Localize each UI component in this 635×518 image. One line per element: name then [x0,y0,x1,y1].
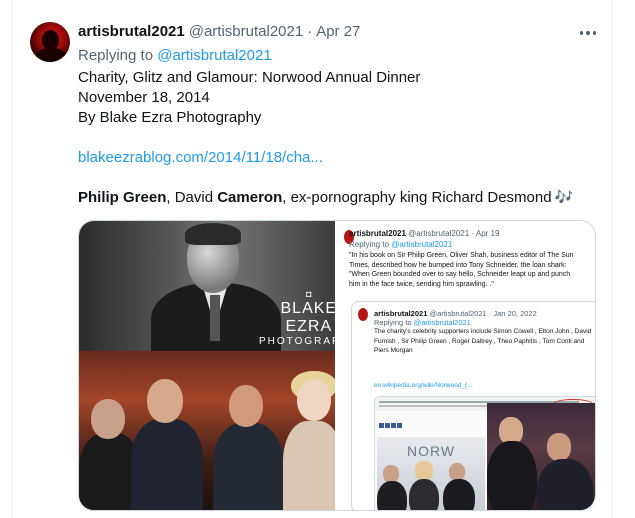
figure-body [409,479,439,510]
more-dot [586,31,590,35]
screenshot-text-line: Times, described how he bumped into Tony… [349,261,567,269]
people-text: , ex-pornography king Richard Desmond [282,189,552,206]
tweet-text: Charity, Glitz and Glamour: Norwood Annu… [78,68,598,168]
display-name[interactable]: artisbrutal2021 [78,23,185,40]
media-attachments: ◘ BLAKE EZRA PHOTOGRAPHY artisbrutal2021… [78,220,596,511]
share-icons [379,415,419,428]
separator-dot: · [307,23,313,40]
screenshot-text-line: "When Green bounded over to say hello, S… [349,271,571,278]
tweet-header: artisbrutal2021 @artisbrutal2021 · Apr 2… [78,23,360,43]
photo-portrait: ◘ BLAKE EZRA PHOTOGRAPHY [79,221,335,351]
quote-avatar [358,308,368,321]
screenshot-header: artisbrutal2021 @artisbrutal2021 · Apr 1… [349,229,499,238]
guest-head [147,379,183,423]
guest-figure [283,421,335,510]
quote-reply-link: @artisbrutal2021 [413,318,471,327]
quote-name: artisbrutal2021 [374,309,428,318]
photo-tie [210,295,220,341]
screenshot-text-line: "In his book on Sir Philip Green, Oliver… [349,252,574,259]
more-dot [592,31,597,35]
quote-card-photo-left: NORW [377,437,485,510]
photo-dinner [79,351,335,510]
replying-to-link[interactable]: @artisbrutal2021 [157,47,271,64]
avatar[interactable] [30,22,70,62]
name-cameron: Cameron [217,189,283,206]
quote-text-line: Furnish , Sir Philip Green , Roger Daltr… [374,337,585,345]
quote-media-card: NORW [374,396,595,510]
watermark-line2: PHOTOGRAPHY [259,336,335,347]
user-handle[interactable]: @artisbrutal2021 [189,23,303,40]
quote-reply-prefix: Replying to [374,318,412,327]
tweet-line: By Blake Ezra Photography [78,109,262,126]
share-icon [379,423,384,428]
screenshot-reply-prefix: Replying to [349,240,390,249]
quote-text-line: The charity's celebrity supporters inclu… [374,328,592,335]
quote-card-photo-right [487,403,595,510]
quote-text-line: Piers Morgan [374,347,413,354]
guest-figure [213,423,283,510]
quote-dot: · [488,309,492,318]
guest-head [229,385,263,427]
quote-link: en.wikipedia.org/wiki/Norwood_(... [374,382,473,389]
guest-head [91,399,125,439]
guest-head [297,379,331,421]
tweet-line: Charity, Glitz and Glamour: Norwood Annu… [78,69,421,86]
share-icon [385,423,390,428]
musical-notes-icon: 🎶 [554,189,574,206]
tweet-line: November 18, 2014 [78,89,210,106]
tweet-link[interactable]: blakeezrablog.com/2014/11/18/cha... [78,148,598,168]
screenshot-image[interactable]: artisbrutal2021 @artisbrutal2021 · Apr 1… [337,221,595,510]
replying-to: Replying to @artisbrutal2021 [78,47,272,64]
norwood-sign: NORW [407,443,456,459]
watermark: ◘ BLAKE EZRA PHOTOGRAPHY [259,289,335,347]
timeline-border-left [12,0,13,518]
figure-body [443,479,475,510]
screenshot-quoted-tweet: artisbrutal2021 @artisbrutal2021 · Jan 2… [351,301,595,510]
figure-head [547,433,571,461]
more-dot [579,31,584,35]
people-line: Philip Green, David Cameron, ex-pornogra… [78,188,573,206]
figure-head [415,461,433,481]
quote-header: artisbrutal2021 @artisbrutal2021 · Jan 2… [374,309,537,318]
screenshot-name: artisbrutal2021 [349,229,406,238]
name-philip-green: Philip Green [78,189,167,206]
figure-body [377,481,407,510]
screenshot-text: "In his book on Sir Philip Green, Oliver… [349,251,595,289]
more-options-icon[interactable] [577,24,599,42]
camera-icon: ◘ [306,289,312,299]
avatar-silhouette-head [42,30,59,50]
quote-replying: Replying to @artisbrutal2021 [374,318,471,327]
screenshot-replying: Replying to @artisbrutal2021 [349,240,452,249]
screenshot-dot: · [471,229,475,238]
screenshot-text-line: him in the face twice, sending him spraw… [349,280,494,288]
quote-text: The charity's celebrity supporters inclu… [374,327,595,356]
figure-body [487,441,537,510]
people-text: , David [166,189,218,206]
screenshot-handle: @artisbrutal2021 [408,229,470,238]
tweet-date[interactable]: Apr 27 [316,23,360,40]
share-icon [391,423,396,428]
photo-left[interactable]: ◘ BLAKE EZRA PHOTOGRAPHY [79,221,335,510]
photo-hair [185,223,241,245]
figure-body [537,459,593,510]
share-icon [397,423,402,428]
quote-date: Jan 20, 2022 [493,309,537,318]
timeline-border-right [612,0,613,518]
screenshot-date: Apr 19 [475,229,500,238]
screenshot-reply-link: @artisbrutal2021 [391,240,453,249]
avatar-silhouette-body [36,48,66,62]
guest-figure [131,419,203,510]
quote-handle: @artisbrutal2021 [429,309,487,318]
replying-prefix: Replying to [78,47,154,64]
watermark-line1: BLAKE EZRA [280,300,336,335]
